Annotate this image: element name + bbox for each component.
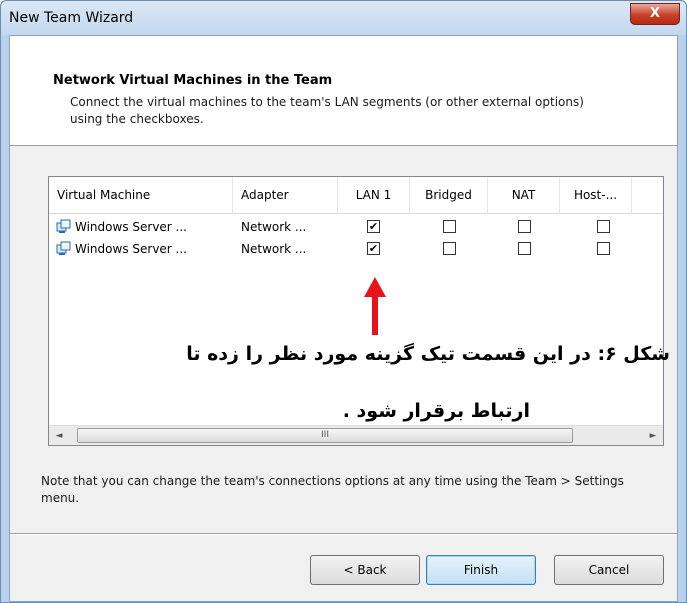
annotation-line-1: شکل ۶: در این قسمت تیک گزینه مورد نظر را… [186,343,670,365]
footer-divider [10,533,677,535]
finish-button[interactable]: Finish [426,555,536,585]
vm-network-icon [56,219,71,233]
column-lan1[interactable]: LAN 1 [338,177,410,214]
column-virtual-machine[interactable]: Virtual Machine [49,177,233,214]
host-checkbox[interactable] [597,220,610,233]
nat-checkbox[interactable] [518,242,531,255]
bridged-checkbox[interactable] [443,220,456,233]
bridged-checkbox[interactable] [443,242,456,255]
nat-checkbox[interactable] [518,220,531,233]
lan1-checkbox[interactable]: ✔ [367,220,380,233]
horizontal-scrollbar[interactable]: ◄ III ► [49,425,663,445]
host-checkbox[interactable] [597,242,610,255]
page-title: Network Virtual Machines in the Team [53,73,333,88]
column-nat[interactable]: NAT [488,177,560,214]
scroll-left-icon[interactable]: ◄ [51,428,67,444]
list-header: Virtual Machine Adapter LAN 1 Bridged NA… [49,177,663,214]
vm-name: Windows Server ... [75,242,187,256]
window-title: New Team Wizard [9,10,134,26]
scroll-thumb[interactable]: III [77,428,573,443]
column-host[interactable]: Host-... [560,177,632,214]
page-description: Connect the virtual machines to the team… [70,95,584,126]
vm-name: Windows Server ... [75,220,187,234]
column-adapter[interactable]: Adapter [233,177,338,214]
dialog-client-area: Network Virtual Machines in the Team Con… [9,35,678,602]
adapter-name: Network ... [241,242,307,256]
wizard-header: Network Virtual Machines in the Team Con… [10,36,677,146]
close-button[interactable]: X [630,3,680,25]
title-bar[interactable]: New Team Wizard X [1,1,686,35]
adapter-name: Network ... [241,220,307,234]
scroll-right-icon[interactable]: ► [645,428,661,444]
column-bridged[interactable]: Bridged [410,177,488,214]
settings-note: Note that you can change the team's conn… [41,474,624,505]
annotation-line-2: ارتباط برقرار شود . [342,400,530,422]
table-row[interactable]: Windows Server ... Network ... ✔ [49,217,663,237]
back-button[interactable]: < Back [310,555,420,585]
vm-network-icon [56,241,71,255]
red-arrow-icon [364,277,386,335]
table-row[interactable]: Windows Server ... Network ... ✔ [49,239,663,259]
wizard-window: New Team Wizard X Network Virtual Machin… [0,0,687,603]
cancel-button[interactable]: Cancel [554,555,664,585]
lan1-checkbox[interactable]: ✔ [367,242,380,255]
